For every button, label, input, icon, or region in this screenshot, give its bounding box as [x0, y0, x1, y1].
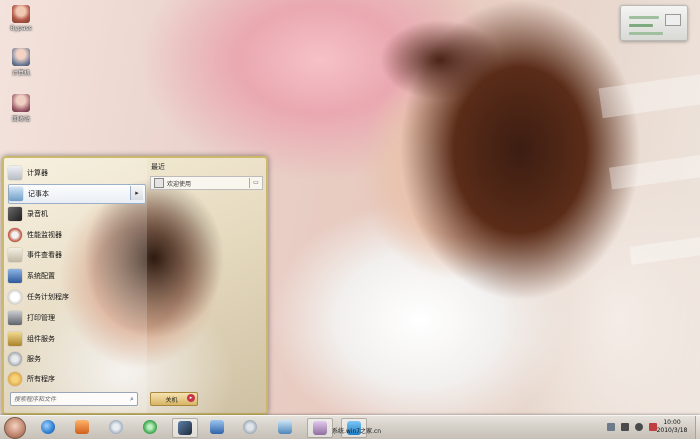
gadget-meter: [629, 16, 659, 19]
start-item-label: 系统配置: [27, 272, 55, 280]
start-item-label: 记事本: [28, 190, 49, 198]
start-item-services[interactable]: 服务: [8, 350, 144, 368]
computer-icon: [210, 420, 224, 434]
start-item-system-config[interactable]: 系统配置: [8, 267, 144, 285]
desktop-gadget[interactable]: [620, 5, 688, 41]
shutdown-label: 关机: [165, 396, 178, 404]
component-services-icon: [8, 332, 22, 346]
settings-icon: [243, 420, 257, 434]
clock-time: 10:00: [663, 419, 681, 426]
internet-explorer-icon: [41, 420, 55, 434]
start-item-label: 服务: [27, 355, 41, 363]
start-item-print-management[interactable]: 打印管理: [8, 309, 144, 327]
network-icon: [109, 420, 123, 434]
services-icon: [8, 352, 22, 366]
pin-icon[interactable]: ▭: [249, 178, 262, 188]
desktop-icon-computer[interactable]: 计算机: [6, 48, 36, 77]
desktop-icon-label: 回收站: [11, 116, 30, 123]
microphone-icon: [8, 207, 22, 221]
watermark-text: 系统.win7之家.cn: [332, 428, 382, 435]
recent-items-heading: 最近: [151, 163, 165, 171]
start-item-label: 计算器: [27, 169, 48, 177]
start-item-performance-monitor[interactable]: 性能监视器: [8, 226, 144, 244]
gadget-box: [665, 14, 681, 26]
system-config-icon: [8, 269, 22, 283]
start-item-event-viewer[interactable]: 事件查看器: [8, 246, 144, 264]
calculator-icon: [8, 166, 22, 180]
taskbar-button-refresh[interactable]: [138, 418, 162, 436]
desktop-icon-user[interactable]: Bypass: [6, 5, 36, 32]
notepad-icon: [9, 187, 23, 201]
start-item-sound-recorder[interactable]: 录音机: [8, 205, 144, 223]
event-viewer-icon: [8, 248, 22, 262]
start-item-label: 事件查看器: [27, 251, 62, 259]
network-tray-icon[interactable]: [621, 423, 629, 431]
start-item-label: 性能监视器: [27, 231, 62, 239]
printer-icon: [8, 311, 22, 325]
shutdown-button[interactable]: 关机 ▸: [150, 392, 198, 406]
computer-icon: [12, 48, 30, 66]
shutdown-options-arrow-icon[interactable]: ▸: [187, 394, 195, 402]
recycle-bin-icon: [12, 94, 30, 112]
taskbar-button-computer[interactable]: [205, 418, 229, 436]
task-scheduler-icon: [8, 290, 22, 304]
show-desktop-button[interactable]: [695, 416, 700, 439]
start-button[interactable]: [4, 417, 26, 439]
desktop-icon-recycle-bin[interactable]: 回收站: [6, 94, 36, 123]
desktop-icon-label: Bypass: [10, 25, 32, 32]
performance-icon: [8, 228, 22, 242]
window-icon: [313, 421, 327, 435]
gadget-meter: [629, 24, 653, 27]
monitor-tray-icon[interactable]: [607, 423, 615, 431]
taskbar-button-network[interactable]: [104, 418, 128, 436]
clock-date: 2010/3/18: [656, 427, 688, 434]
start-item-label: 任务计划程序: [27, 293, 69, 301]
taskbar-button-monitor[interactable]: [172, 418, 198, 438]
volume-tray-icon[interactable]: [635, 423, 643, 431]
start-item-all-programs[interactable]: 所有程序: [8, 370, 144, 388]
image-icon: [278, 420, 292, 434]
refresh-icon: [143, 420, 157, 434]
performance-icon: [178, 421, 192, 435]
document-icon: [154, 178, 164, 188]
start-item-component-services[interactable]: 组件服务: [8, 330, 144, 348]
start-item-label: 录音机: [27, 210, 48, 218]
submenu-arrow-icon[interactable]: ▸: [130, 186, 143, 200]
gadget-meter: [629, 32, 663, 35]
start-item-task-scheduler[interactable]: 任务计划程序: [8, 288, 144, 306]
recent-item-label: 欢迎使用: [167, 180, 192, 188]
start-item-label: 所有程序: [27, 375, 55, 383]
media-player-icon: [75, 420, 89, 434]
all-programs-icon: [8, 372, 22, 386]
search-icon[interactable]: ⌕: [127, 395, 137, 404]
recent-item-welcome[interactable]: 欢迎使用 ▭: [150, 176, 263, 190]
taskbar-button-photo[interactable]: [273, 418, 297, 436]
taskbar-button-media-player[interactable]: [70, 418, 94, 436]
taskbar-clock[interactable]: 10:00 2010/3/18: [651, 419, 693, 435]
start-search-input[interactable]: [11, 395, 127, 403]
start-search-box[interactable]: ⌕: [10, 392, 138, 406]
start-item-label: 打印管理: [27, 314, 55, 322]
taskbar-button-ie[interactable]: [36, 418, 60, 436]
start-item-notepad[interactable]: 记事本 ▸: [8, 184, 146, 204]
taskbar-button-settings[interactable]: [238, 418, 262, 436]
desktop-icon-label: 计算机: [11, 70, 30, 77]
person-icon: [12, 5, 30, 23]
start-item-calculator[interactable]: 计算器: [8, 164, 144, 182]
taskbar-button-window-1[interactable]: [307, 418, 333, 438]
start-menu: 计算器 记事本 ▸ 录音机 性能监视器 事件查看器 系统配置 任务计划程序 打印…: [2, 156, 268, 415]
start-item-label: 组件服务: [27, 335, 55, 343]
